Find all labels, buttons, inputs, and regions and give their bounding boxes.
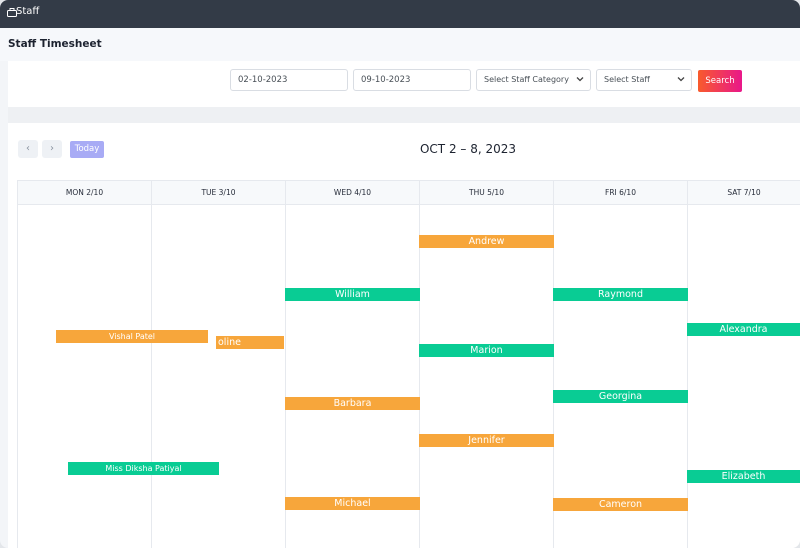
day-header-wed: WED 4/10: [286, 181, 419, 205]
next-week-button[interactable]: ›: [42, 140, 62, 158]
window-title: Staff: [16, 6, 40, 17]
staff-value: Select Staff: [604, 75, 650, 84]
day-header-thu: THU 5/10: [420, 181, 553, 205]
calendar-grid: [17, 180, 800, 548]
staff-category-select[interactable]: Select Staff Category: [476, 69, 591, 91]
shift-event[interactable]: Alexandra: [687, 323, 800, 336]
end-date-field[interactable]: 09-10-2023: [353, 69, 471, 91]
shift-event[interactable]: Andrew: [419, 235, 554, 248]
filter-bar: 02-10-2023 09-10-2023 Select Staff Categ…: [8, 61, 800, 107]
page-title: Staff Timesheet: [8, 38, 102, 50]
staff-category-value: Select Staff Category: [484, 75, 569, 84]
title-bar: Staff: [0, 0, 800, 28]
shift-event[interactable]: Barbara: [285, 397, 420, 410]
app-window: Staff Staff Timesheet 02-10-2023 09-10-2…: [0, 0, 800, 548]
shift-event[interactable]: Jennifer: [419, 434, 554, 447]
shift-event[interactable]: Vishal Patel: [56, 330, 208, 343]
shift-event[interactable]: Michael: [285, 497, 420, 510]
column-divider: [151, 181, 152, 548]
day-header-mon: MON 2/10: [18, 181, 151, 205]
today-button[interactable]: Today: [70, 141, 104, 158]
prev-week-button[interactable]: ‹: [18, 140, 38, 158]
shift-event[interactable]: Raymond: [553, 288, 688, 301]
search-button[interactable]: Search: [698, 70, 742, 92]
shift-event[interactable]: oline: [216, 336, 284, 349]
shift-event[interactable]: Georgina: [553, 390, 688, 403]
staff-select[interactable]: Select Staff: [596, 69, 692, 91]
page-header: Staff Timesheet: [0, 28, 800, 61]
start-date-field[interactable]: 02-10-2023: [230, 69, 348, 91]
shift-event[interactable]: Miss Diksha Patiyal: [68, 462, 219, 475]
shift-event[interactable]: Elizabeth: [687, 470, 800, 483]
calendar-title: OCT 2 – 8, 2023: [419, 142, 517, 156]
day-header-tue: TUE 3/10: [152, 181, 285, 205]
chevron-down-icon: [576, 77, 584, 82]
chevron-down-icon: [677, 77, 685, 82]
shift-event[interactable]: Cameron: [553, 498, 688, 511]
shift-event[interactable]: William: [285, 288, 420, 301]
day-header-fri: FRI 6/10: [554, 181, 687, 205]
shift-event[interactable]: Marion: [419, 344, 554, 357]
section-divider: [8, 107, 800, 123]
column-divider: [687, 181, 688, 548]
day-header-sat: SAT 7/10: [688, 181, 800, 205]
column-divider: [285, 181, 286, 548]
